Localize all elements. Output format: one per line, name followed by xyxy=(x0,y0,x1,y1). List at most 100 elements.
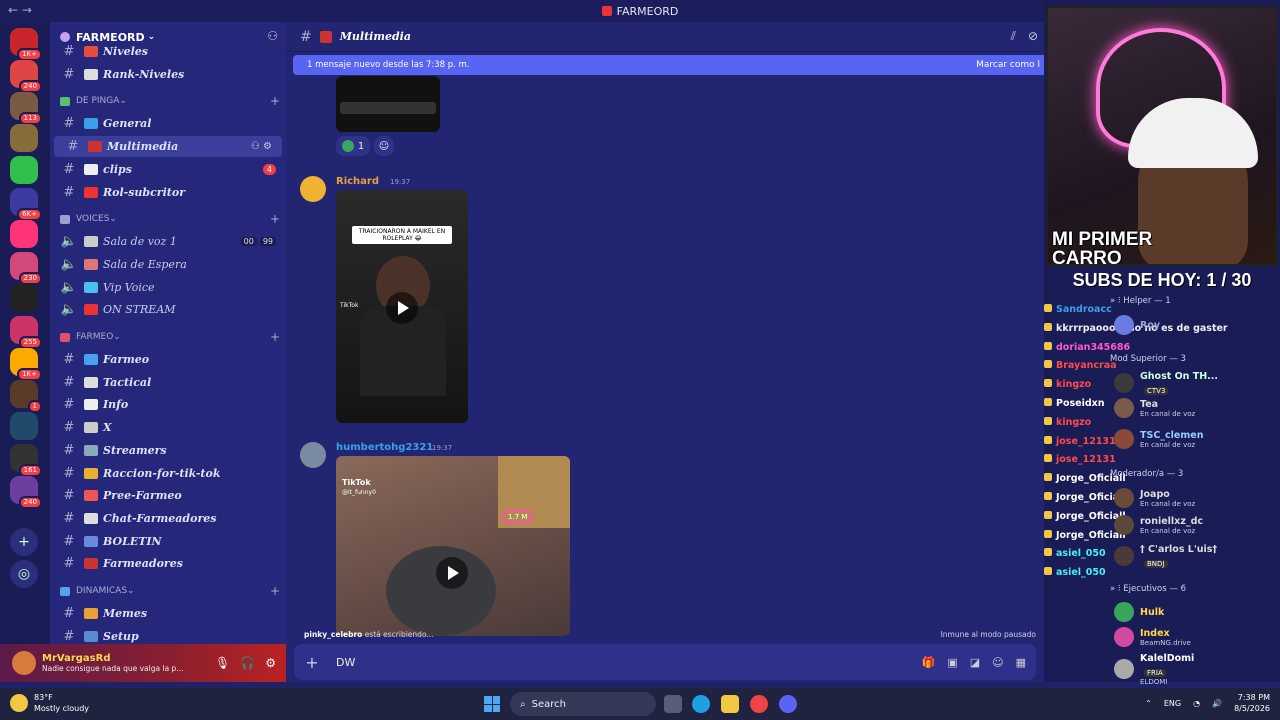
channel-item[interactable]: # Farmeadores xyxy=(50,553,286,574)
play-icon[interactable] xyxy=(436,557,468,589)
message-composer[interactable]: + DW 🎁 ▣ ◪ ☺ ▦ xyxy=(294,644,1036,680)
category-header[interactable]: FARMEO ⌄ + xyxy=(60,330,280,344)
channel-item[interactable]: # Multimedia ⚇ ⚙ xyxy=(54,136,282,158)
gift-icon[interactable]: 🎁 xyxy=(922,656,936,669)
play-icon[interactable] xyxy=(386,292,418,324)
create-channel-icon[interactable]: + xyxy=(270,330,280,344)
channel-item[interactable]: # Niveles xyxy=(50,41,286,62)
member-item[interactable]: KalelDomi FRIA ELDOMI xyxy=(1114,653,1280,686)
weather-widget[interactable]: 83°F Mostly cloudy xyxy=(10,692,89,714)
message-input[interactable]: DW xyxy=(336,656,355,669)
channel-item[interactable]: # Setup xyxy=(50,626,286,644)
chrome-icon[interactable] xyxy=(750,695,768,713)
member-item[interactable]: Roy xyxy=(1114,314,1280,336)
member-item[interactable]: TSC_clemen En canal de voz xyxy=(1114,428,1280,450)
mute-icon[interactable]: ⊘ xyxy=(1028,29,1038,44)
create-channel-icon[interactable]: + xyxy=(270,584,280,598)
server-icon[interactable]: 1 xyxy=(10,380,42,413)
channel-item[interactable]: # BOLETIN xyxy=(50,531,286,552)
channel-item[interactable]: # Memes xyxy=(50,603,286,624)
channel-item[interactable]: # Info xyxy=(50,394,286,415)
member-item[interactable]: roniellxz_dc En canal de voz xyxy=(1114,514,1280,536)
avatar[interactable] xyxy=(12,651,36,675)
new-messages-banner[interactable]: 1 mensaje nuevo desde las 7:38 p. m. Mar… xyxy=(293,55,1044,75)
apps-icon[interactable]: ▦ xyxy=(1016,656,1026,669)
mark-as-read-button[interactable]: Marcar como l xyxy=(976,60,1040,70)
reaction-check[interactable]: 1 xyxy=(336,136,370,156)
create-channel-icon[interactable]: + xyxy=(270,212,280,226)
channel-item[interactable]: # Streamers xyxy=(50,440,286,461)
settings-gear-icon[interactable]: ⚙ xyxy=(265,656,276,670)
server-icon[interactable]: 255 xyxy=(10,316,42,349)
add-server-icon[interactable]: + xyxy=(10,528,38,556)
channel-item[interactable]: 🔈 ON STREAM xyxy=(50,299,286,320)
message-author[interactable]: Richard xyxy=(336,176,379,187)
category-header[interactable]: DE PINGA ⌄ + xyxy=(60,94,280,108)
chevron-up-icon[interactable]: ⌃ xyxy=(1145,699,1152,708)
channel-item[interactable]: 🔈 Sala de voz 1 00 99 xyxy=(50,231,286,252)
server-icon[interactable]: 1K+ xyxy=(10,28,42,61)
headphones-icon[interactable]: 🎧 xyxy=(240,656,255,670)
file-explorer-icon[interactable] xyxy=(721,695,739,713)
channel-settings-gear-icon[interactable]: ⚇ ⚙ xyxy=(251,141,272,152)
server-icon[interactable]: 240 xyxy=(10,60,42,93)
server-icon[interactable]: 161 xyxy=(10,444,42,477)
channel-item[interactable]: # clips 4 xyxy=(50,159,286,180)
server-icon[interactable]: 6K+ xyxy=(10,188,42,221)
channel-item[interactable]: 🔈 Sala de Espera xyxy=(50,254,286,275)
channel-item[interactable]: # General xyxy=(50,113,286,134)
previous-image-attachment[interactable] xyxy=(336,76,440,132)
language-indicator[interactable]: ENG xyxy=(1164,699,1181,708)
emoji-icon[interactable]: ☺ xyxy=(992,656,1003,669)
start-button[interactable] xyxy=(484,696,500,712)
server-icon[interactable]: 1K+ xyxy=(10,348,42,381)
channel-item[interactable]: # Tactical xyxy=(50,372,286,393)
server-icon[interactable] xyxy=(10,124,38,152)
wifi-icon[interactable]: ◔ xyxy=(1193,699,1200,708)
category-header[interactable]: VOICES ⌄ + xyxy=(60,212,280,226)
server-icon[interactable]: 240 xyxy=(10,476,42,509)
threads-icon[interactable]: ⫽ xyxy=(1011,29,1016,44)
member-item[interactable]: Joapo En canal de voz xyxy=(1114,487,1280,509)
category-header[interactable]: DINAMICAS ⌄ + xyxy=(60,584,280,598)
clock[interactable]: 7:38 PM 8/5/2026 xyxy=(1234,692,1270,714)
member-item[interactable]: Index BeamNG.drive xyxy=(1114,626,1280,648)
server-icon[interactable]: 113 xyxy=(10,92,42,125)
channel-item[interactable]: # Farmeo xyxy=(50,349,286,370)
member-item[interactable]: † C'arlos L'uis† BNDJ xyxy=(1114,544,1280,568)
member-item[interactable]: Ghost On TH... CTV3 xyxy=(1114,371,1280,395)
task-view-icon[interactable] xyxy=(664,695,682,713)
server-icon[interactable] xyxy=(10,220,38,248)
avatar[interactable] xyxy=(300,176,326,202)
server-icon[interactable] xyxy=(10,156,38,184)
video-attachment[interactable]: TRAICIONARON A MAIKEL EN ROLEPLAY 😂 TikT… xyxy=(336,190,468,423)
create-channel-icon[interactable]: + xyxy=(270,94,280,108)
channel-item[interactable]: # X xyxy=(50,417,286,438)
channel-item[interactable]: 🔈 Vip Voice xyxy=(50,277,286,298)
server-icon[interactable]: 230 xyxy=(10,252,42,285)
server-icon[interactable] xyxy=(10,412,38,440)
gif-icon[interactable]: ▣ xyxy=(947,656,957,669)
server-icon[interactable] xyxy=(10,284,38,312)
member-item[interactable]: Hulk xyxy=(1114,601,1280,623)
channel-emoji-icon xyxy=(84,46,98,57)
add-attachment-icon[interactable]: + xyxy=(294,653,330,672)
message-author[interactable]: humbertohg2321 xyxy=(336,442,433,453)
volume-icon[interactable]: 🔊 xyxy=(1212,699,1222,708)
chat-username: dorian345686 xyxy=(1056,341,1131,353)
taskbar-search[interactable]: ⌕ Search xyxy=(510,692,656,716)
channel-item[interactable]: # Chat-Farmeadores xyxy=(50,508,286,529)
channel-item[interactable]: # Pree-Farmeo xyxy=(50,485,286,506)
discord-icon[interactable] xyxy=(779,695,797,713)
add-reaction-button[interactable]: ☺ xyxy=(374,136,394,156)
edge-icon[interactable] xyxy=(692,695,710,713)
channel-item[interactable]: # Rol-subcritor xyxy=(50,182,286,203)
sticker-icon[interactable]: ◪ xyxy=(970,656,980,669)
avatar[interactable] xyxy=(300,442,326,468)
channel-item[interactable]: # Raccion-for-tik-tok xyxy=(50,463,286,484)
microphone-icon[interactable]: 🎙 xyxy=(215,656,230,670)
member-item[interactable]: Tea En canal de voz xyxy=(1114,397,1280,419)
channel-item[interactable]: # Rank-Niveles xyxy=(50,64,286,85)
discover-icon[interactable]: ◎ xyxy=(10,560,38,588)
video-attachment[interactable]: TikTok @it_funny0 1.7 M xyxy=(336,456,570,636)
